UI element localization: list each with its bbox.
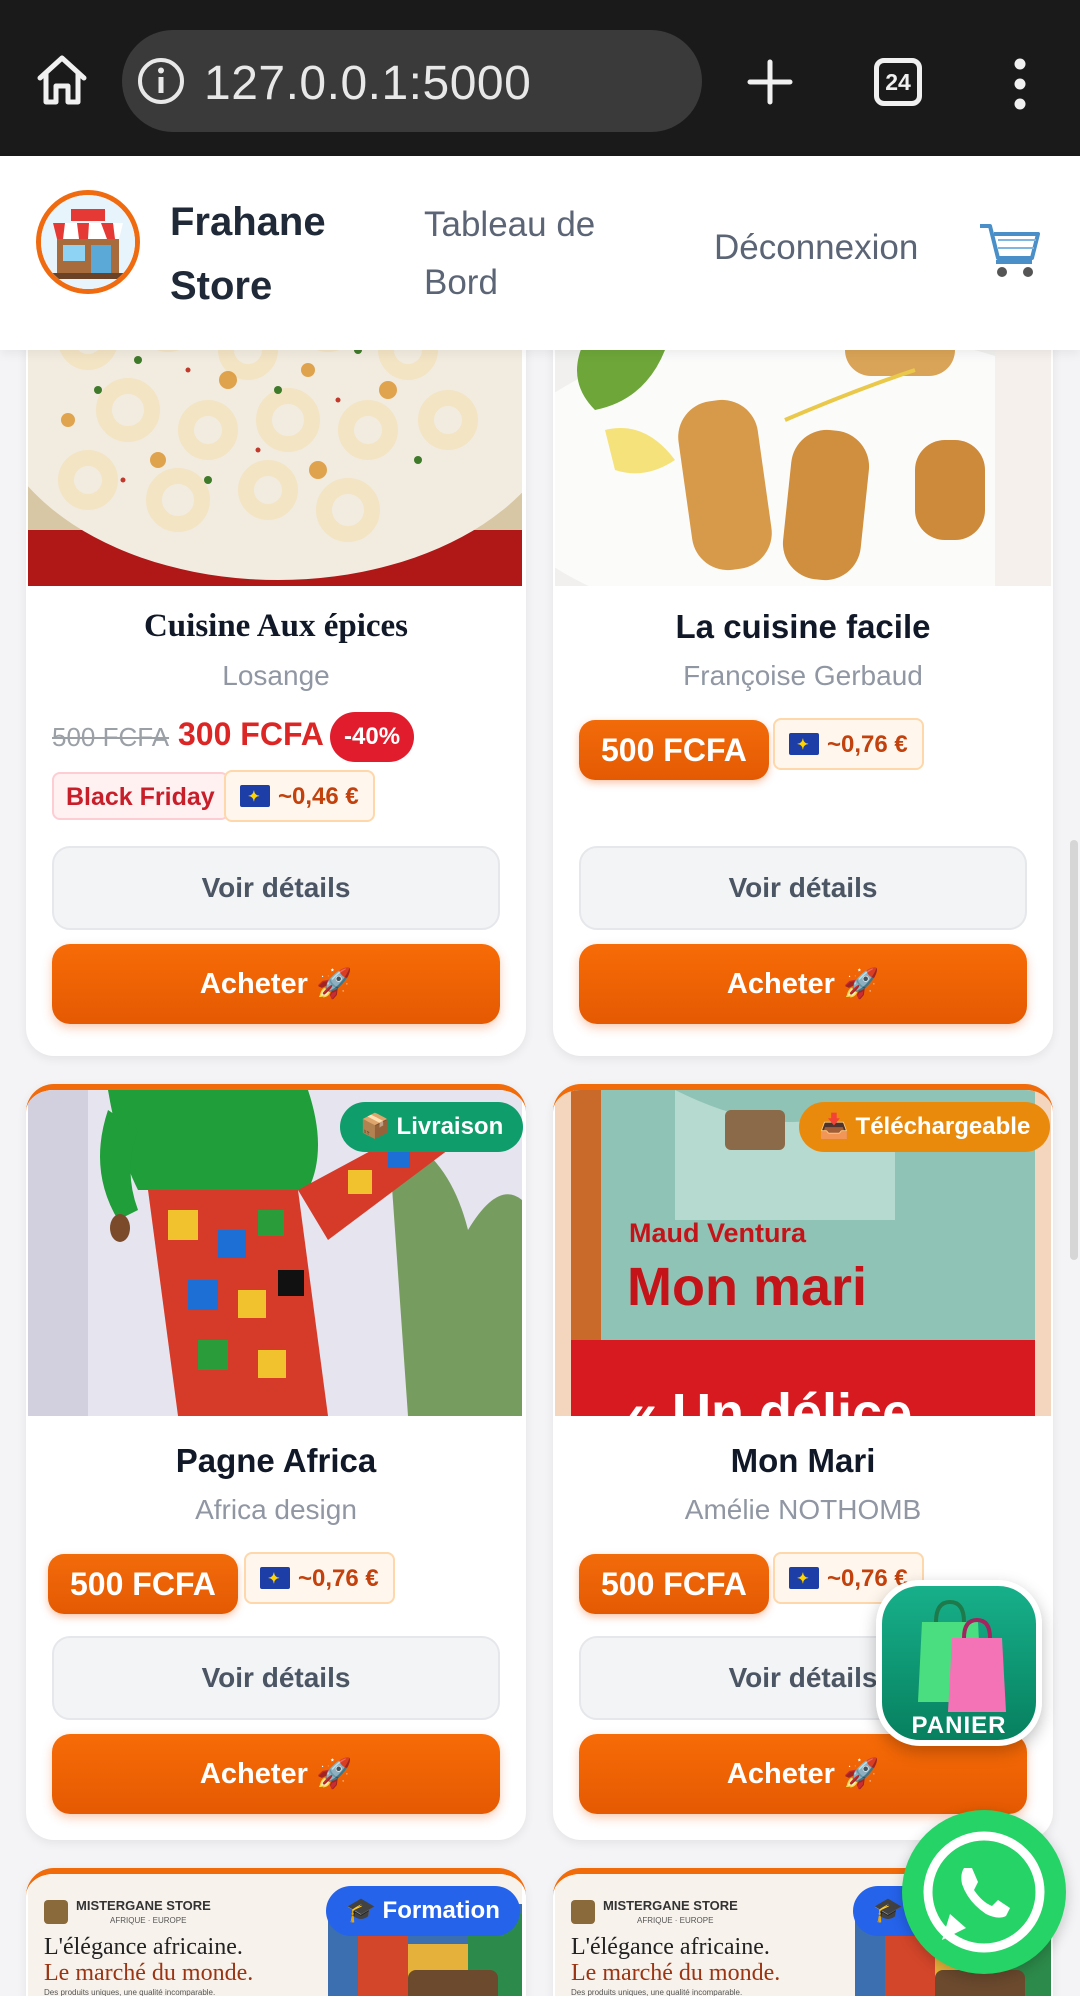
black-friday-tag: Black Friday: [52, 772, 229, 820]
product-title[interactable]: Pagne Africa: [26, 1442, 526, 1480]
product-author: Françoise Gerbaud: [683, 660, 923, 691]
browser-toolbar: 127.0.0.1:5000 24: [0, 0, 1080, 156]
banner-small: Des produits uniques, une qualité incomp…: [571, 1988, 743, 1996]
whatsapp-button[interactable]: [902, 1810, 1066, 1974]
downloadable-badge: 📥 Téléchargeable: [799, 1102, 1051, 1152]
product-author: Losange: [222, 660, 330, 691]
home-icon[interactable]: [34, 52, 90, 108]
product-author: Africa design: [195, 1494, 357, 1525]
euro-price-badge: ~0,46 €: [224, 770, 375, 822]
product-title[interactable]: Mon Mari: [553, 1442, 1053, 1480]
delivery-badge: 📦 Livraison: [340, 1102, 524, 1152]
banner-line2: Le marché du monde.: [44, 1960, 254, 1986]
price-badge: 500 FCFA: [579, 720, 769, 780]
discount-badge: -40%: [330, 712, 415, 762]
shopping-bags-icon: [918, 1599, 1006, 1712]
nav-dashboard-link[interactable]: Tableau de Bord: [424, 196, 624, 312]
banner-small: Des produits uniques, une qualité incomp…: [44, 1988, 216, 1996]
old-price: 500 FCFA: [52, 722, 170, 752]
eu-flag-icon: [240, 785, 270, 807]
eu-flag-icon: [789, 733, 819, 755]
banner-brand: MISTERGANE STORE: [76, 1898, 211, 1913]
banner-line2: Le marché du monde.: [571, 1960, 781, 1986]
euro-price: ~0,46 €: [278, 783, 359, 810]
sale-price: 300 FCFA: [178, 716, 324, 752]
new-tab-icon[interactable]: [742, 54, 798, 110]
buy-button[interactable]: Acheter 🚀: [579, 944, 1027, 1024]
shop-logo-icon: [41, 195, 135, 289]
banner-line1: L'élégance africaine.: [571, 1934, 770, 1960]
whatsapp-icon: [923, 1831, 1045, 1953]
cover-author: Maud Ventura: [629, 1218, 807, 1248]
view-details-button[interactable]: Voir détails: [52, 1636, 500, 1720]
euro-price-badge: ~0,76 €: [773, 718, 924, 770]
buy-button[interactable]: Acheter 🚀: [52, 944, 500, 1024]
price-badge: 500 FCFA: [579, 1554, 769, 1614]
banner-sub: AFRIQUE · EUROPE: [110, 1916, 187, 1925]
banner-brand: MISTERGANE STORE: [603, 1898, 738, 1913]
training-badge: 🎓 Formation: [326, 1886, 520, 1936]
eu-flag-icon: [789, 1567, 819, 1589]
brand-name[interactable]: Frahane Store: [170, 190, 360, 318]
tab-switcher-button[interactable]: 24: [874, 58, 922, 106]
nav-logout-link[interactable]: Déconnexion: [714, 228, 918, 268]
view-details-button[interactable]: Voir détails: [579, 846, 1027, 930]
info-icon[interactable]: [136, 56, 186, 106]
banner-sub: AFRIQUE · EUROPE: [637, 1916, 714, 1925]
product-title[interactable]: Cuisine Aux épices: [26, 608, 526, 645]
product-card: MISTERGANE STORE AFRIQUE · EUROPE L'élég…: [26, 1868, 526, 1996]
buy-button[interactable]: Acheter 🚀: [579, 1734, 1027, 1814]
view-details-button[interactable]: Voir détails: [52, 846, 500, 930]
eu-flag-icon: [260, 1567, 290, 1589]
product-card: 📦 Livraison Pagne Africa Africa design 5…: [26, 1084, 526, 1840]
euro-price: ~0,76 €: [827, 731, 908, 758]
floating-cart-label: PANIER: [911, 1712, 1007, 1739]
url-text: 127.0.0.1:5000: [204, 57, 532, 110]
store-logo[interactable]: [36, 190, 140, 294]
url-bar[interactable]: 127.0.0.1:5000: [122, 30, 702, 132]
product-card: La cuisine facile Françoise Gerbaud 500 …: [553, 280, 1053, 1056]
product-card: Cuisine Aux épices Losange 500 FCFA 300 …: [26, 280, 526, 1056]
euro-price-badge: ~0,76 €: [244, 1552, 395, 1604]
shopping-cart-icon[interactable]: [976, 218, 1044, 282]
buy-button[interactable]: Acheter 🚀: [52, 1734, 500, 1814]
banner-line1: L'élégance africaine.: [44, 1934, 243, 1960]
site-header: Frahane Store Tableau de Bord Déconnexio…: [0, 156, 1080, 350]
product-title[interactable]: La cuisine facile: [553, 608, 1053, 646]
more-menu-icon[interactable]: [1000, 54, 1040, 114]
euro-price: ~0,76 €: [298, 1565, 379, 1592]
cover-title: Mon mari: [627, 1257, 868, 1317]
floating-cart-button[interactable]: PANIER: [876, 1580, 1042, 1746]
cover-quote: « Un délice: [627, 1383, 913, 1416]
product-author: Amélie NOTHOMB: [684, 1494, 922, 1525]
price-badge: 500 FCFA: [48, 1554, 238, 1614]
page-scrollbar[interactable]: [1070, 840, 1078, 1260]
